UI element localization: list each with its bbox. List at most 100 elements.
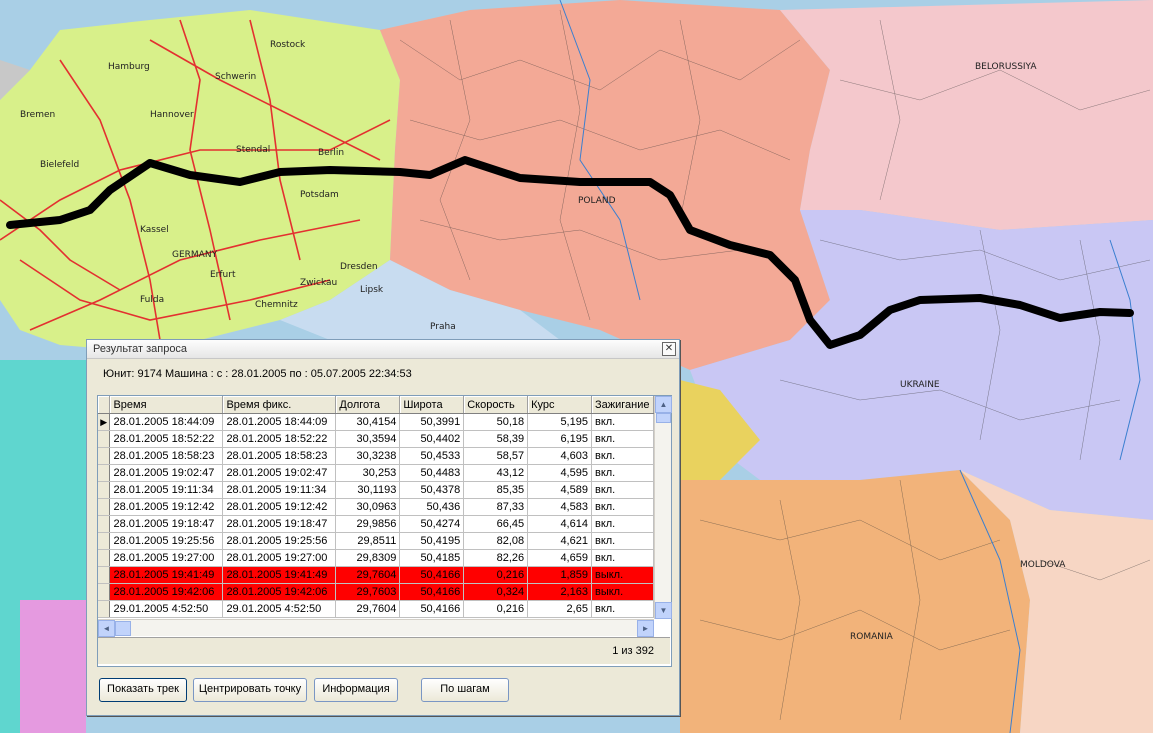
cell-time[interactable]: 28.01.2005 19:12:42 bbox=[109, 498, 224, 516]
scroll-down-icon[interactable]: ▼ bbox=[655, 602, 672, 619]
vertical-scrollbar[interactable]: ▲ ▼ bbox=[654, 396, 672, 619]
cell-speed[interactable]: 82,08 bbox=[463, 532, 529, 550]
horizontal-scroll-thumb[interactable] bbox=[115, 621, 131, 636]
row-indicator[interactable]: ▶ bbox=[98, 413, 111, 431]
cell-speed[interactable]: 50,18 bbox=[463, 413, 529, 431]
cell-speed[interactable]: 87,33 bbox=[463, 498, 529, 516]
cell-fix[interactable]: 28.01.2005 19:27:00 bbox=[222, 549, 337, 567]
cell-fix[interactable]: 28.01.2005 19:41:49 bbox=[222, 566, 337, 584]
cell-speed[interactable]: 66,45 bbox=[463, 515, 529, 533]
table-row[interactable]: 28.01.2005 18:52:22 28.01.2005 18:52:22 30… bbox=[98, 430, 654, 448]
cell-time[interactable]: 28.01.2005 19:18:47 bbox=[109, 515, 224, 533]
cell-course[interactable]: 1,859 bbox=[527, 566, 592, 584]
table-row[interactable]: 28.01.2005 19:41:49 28.01.2005 19:41:49 29… bbox=[98, 566, 654, 584]
row-indicator[interactable] bbox=[98, 464, 111, 482]
cell-fix[interactable]: 28.01.2005 19:11:34 bbox=[222, 481, 337, 499]
cell-ign[interactable]: вкл. bbox=[591, 430, 654, 448]
cell-speed[interactable]: 0,324 bbox=[463, 583, 529, 601]
row-indicator[interactable] bbox=[98, 498, 111, 516]
cell-lat[interactable]: 50,4166 bbox=[399, 566, 465, 584]
cell-speed[interactable]: 58,57 bbox=[463, 447, 529, 465]
table-row[interactable]: 28.01.2005 19:12:42 28.01.2005 19:12:42 30… bbox=[98, 498, 654, 516]
cell-fix[interactable]: 28.01.2005 19:25:56 bbox=[222, 532, 337, 550]
cell-lon[interactable]: 29,7604 bbox=[335, 566, 401, 584]
cell-lon[interactable]: 30,253 bbox=[335, 464, 401, 482]
cell-fix[interactable]: 29.01.2005 4:52:50 bbox=[222, 600, 337, 618]
cell-lon[interactable]: 30,3238 bbox=[335, 447, 401, 465]
cell-lat[interactable]: 50,4533 bbox=[399, 447, 465, 465]
close-icon[interactable]: ✕ bbox=[662, 342, 676, 356]
cell-time[interactable]: 28.01.2005 19:25:56 bbox=[109, 532, 224, 550]
table-row[interactable]: 28.01.2005 19:18:47 28.01.2005 19:18:47 29… bbox=[98, 515, 654, 533]
cell-ign[interactable]: вкл. bbox=[591, 498, 654, 516]
cell-speed[interactable]: 43,12 bbox=[463, 464, 529, 482]
column-header[interactable]: Курс bbox=[527, 396, 592, 414]
cell-fix[interactable]: 28.01.2005 18:58:23 bbox=[222, 447, 337, 465]
cell-course[interactable]: 4,589 bbox=[527, 481, 592, 499]
table-row[interactable]: 28.01.2005 19:02:47 28.01.2005 19:02:47 30… bbox=[98, 464, 654, 482]
cell-lat[interactable]: 50,3991 bbox=[399, 413, 465, 431]
cell-lon[interactable]: 29,7603 bbox=[335, 583, 401, 601]
cell-lat[interactable]: 50,4483 bbox=[399, 464, 465, 482]
cell-lat[interactable]: 50,4166 bbox=[399, 600, 465, 618]
cell-ign[interactable]: выкл. bbox=[591, 566, 654, 584]
column-header[interactable]: Время bbox=[109, 396, 224, 414]
cell-course[interactable]: 4,659 bbox=[527, 549, 592, 567]
cell-speed[interactable]: 0,216 bbox=[463, 566, 529, 584]
cell-ign[interactable]: вкл. bbox=[591, 464, 654, 482]
horizontal-scrollbar[interactable]: ◄ ► bbox=[98, 619, 654, 637]
cell-time[interactable]: 29.01.2005 4:52:50 bbox=[109, 600, 224, 618]
cell-course[interactable]: 4,603 bbox=[527, 447, 592, 465]
cell-speed[interactable]: 0,216 bbox=[463, 600, 529, 618]
table-row[interactable]: 28.01.2005 18:58:23 28.01.2005 18:58:23 30… bbox=[98, 447, 654, 465]
cell-course[interactable]: 4,595 bbox=[527, 464, 592, 482]
scroll-right-icon[interactable]: ► bbox=[637, 620, 654, 637]
row-indicator[interactable] bbox=[98, 481, 111, 499]
column-header[interactable]: Скорость bbox=[463, 396, 529, 414]
cell-lat[interactable]: 50,4185 bbox=[399, 549, 465, 567]
step-by-step-button[interactable]: По шагам bbox=[421, 678, 509, 702]
table-row[interactable]: 28.01.2005 19:25:56 28.01.2005 19:25:56 29… bbox=[98, 532, 654, 550]
row-indicator[interactable] bbox=[98, 566, 111, 584]
cell-lat[interactable]: 50,4166 bbox=[399, 583, 465, 601]
cell-ign[interactable]: вкл. bbox=[591, 413, 654, 431]
cell-course[interactable]: 4,583 bbox=[527, 498, 592, 516]
center-point-button[interactable]: Центрировать точку bbox=[193, 678, 307, 702]
cell-course[interactable]: 6,195 bbox=[527, 430, 592, 448]
table-row[interactable]: 28.01.2005 19:11:34 28.01.2005 19:11:34 30… bbox=[98, 481, 654, 499]
cell-time[interactable]: 28.01.2005 18:58:23 bbox=[109, 447, 224, 465]
cell-fix[interactable]: 28.01.2005 19:18:47 bbox=[222, 515, 337, 533]
row-indicator[interactable] bbox=[98, 600, 111, 618]
cell-lat[interactable]: 50,4195 bbox=[399, 532, 465, 550]
column-header[interactable]: Зажигание bbox=[591, 396, 654, 414]
cell-ign[interactable]: выкл. bbox=[591, 583, 654, 601]
cell-speed[interactable]: 58,39 bbox=[463, 430, 529, 448]
scroll-up-icon[interactable]: ▲ bbox=[655, 396, 672, 413]
cell-time[interactable]: 28.01.2005 18:52:22 bbox=[109, 430, 224, 448]
cell-speed[interactable]: 82,26 bbox=[463, 549, 529, 567]
cell-fix[interactable]: 28.01.2005 19:42:06 bbox=[222, 583, 337, 601]
cell-lon[interactable]: 29,7604 bbox=[335, 600, 401, 618]
cell-lat[interactable]: 50,436 bbox=[399, 498, 465, 516]
info-button[interactable]: Информация bbox=[314, 678, 398, 702]
cell-lon[interactable]: 30,0963 bbox=[335, 498, 401, 516]
cell-course[interactable]: 4,621 bbox=[527, 532, 592, 550]
cell-time[interactable]: 28.01.2005 19:11:34 bbox=[109, 481, 224, 499]
cell-lon[interactable]: 30,4154 bbox=[335, 413, 401, 431]
cell-lon[interactable]: 30,3594 bbox=[335, 430, 401, 448]
table-row[interactable]: 29.01.2005 4:52:50 29.01.2005 4:52:50 29,7… bbox=[98, 600, 654, 618]
cell-ign[interactable]: вкл. bbox=[591, 447, 654, 465]
row-indicator[interactable] bbox=[98, 549, 111, 567]
dialog-titlebar[interactable]: Результат запроса ✕ bbox=[87, 340, 679, 359]
cell-fix[interactable]: 28.01.2005 19:02:47 bbox=[222, 464, 337, 482]
cell-lon[interactable]: 30,1193 bbox=[335, 481, 401, 499]
column-header[interactable]: Долгота bbox=[335, 396, 401, 414]
cell-lat[interactable]: 50,4402 bbox=[399, 430, 465, 448]
table-row[interactable]: ▶ 28.01.2005 18:44:09 28.01.2005 18:44:09 3… bbox=[98, 413, 654, 431]
cell-ign[interactable]: вкл. bbox=[591, 600, 654, 618]
cell-lon[interactable]: 29,8309 bbox=[335, 549, 401, 567]
cell-course[interactable]: 5,195 bbox=[527, 413, 592, 431]
cell-lon[interactable]: 29,9856 bbox=[335, 515, 401, 533]
row-indicator[interactable] bbox=[98, 447, 111, 465]
cell-lon[interactable]: 29,8511 bbox=[335, 532, 401, 550]
